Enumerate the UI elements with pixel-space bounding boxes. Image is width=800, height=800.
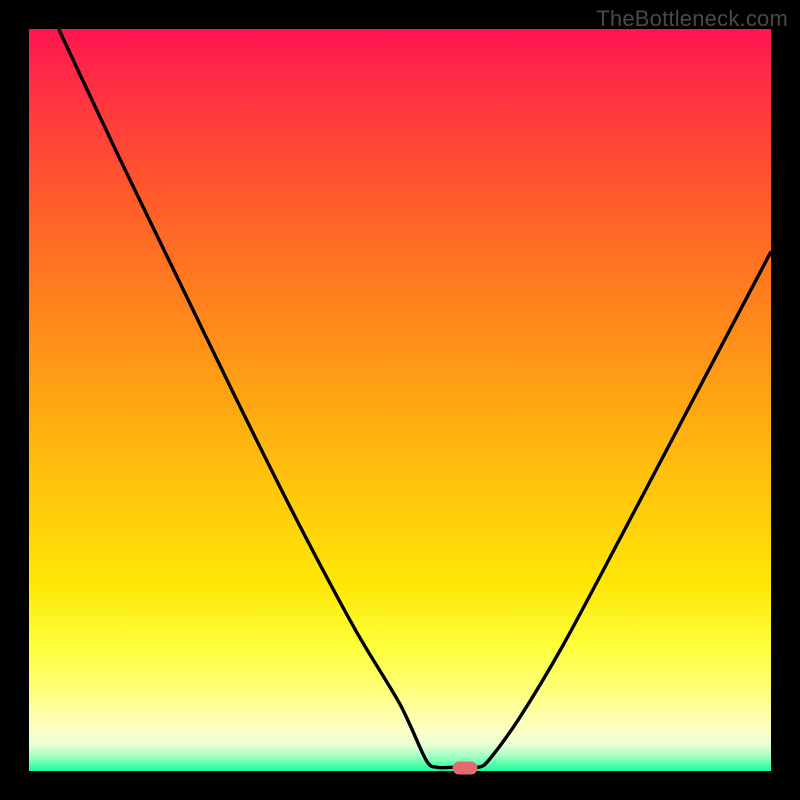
- watermark-text: TheBottleneck.com: [596, 6, 788, 32]
- optimal-marker: [453, 762, 478, 775]
- bottleneck-curve: [29, 29, 771, 771]
- plot-area: [29, 29, 771, 771]
- chart-container: TheBottleneck.com: [0, 0, 800, 800]
